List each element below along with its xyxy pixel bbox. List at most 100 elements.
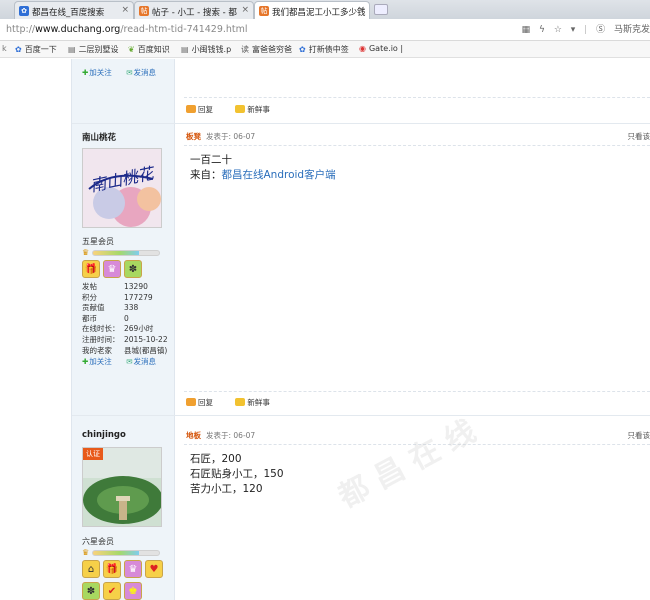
post-author-panel: chinjingo 认证 六星会员 ♛ ⌂ 🎁 ♛ ♥ ✽ ✔ ♚ (72, 416, 175, 600)
stat-value: 338 (124, 303, 139, 313)
floor-label[interactable]: 地板 (186, 431, 201, 440)
stat-key: 积分 (82, 292, 97, 302)
message-icon: ✉ (126, 68, 133, 77)
reply-button[interactable]: 回复 (186, 105, 223, 114)
bookmark-item[interactable]: ▤ 小闽钱钱.p (181, 44, 231, 55)
stat-key: 注册时间： (82, 334, 120, 344)
android-client-link[interactable]: 都昌在线Android客户端 (222, 169, 336, 181)
follow-button[interactable]: ✚加关注 (82, 357, 118, 366)
star-icon[interactable]: ☆ (554, 25, 562, 35)
plus-icon: ✚ (82, 357, 89, 366)
username[interactable]: 南山桃花 (82, 131, 116, 143)
view-only-author-link[interactable]: 只看该 (628, 131, 650, 142)
avatar[interactable]: 南山桃花 (82, 148, 162, 228)
reply-button[interactable]: 回复 (186, 398, 223, 407)
forum-icon: 帖 (139, 6, 149, 16)
message-label: 发消息 (133, 357, 156, 366)
source-prefix: 来自： (190, 169, 222, 181)
lightning-icon[interactable]: ϟ (539, 25, 545, 35)
news-button[interactable]: 新鲜事 (235, 105, 280, 114)
tab-forum-search[interactable]: 帖 帖子 - 小工 - 搜索 - 都 × (134, 1, 254, 19)
bookmark-item[interactable]: ◉ Gate.io | (359, 44, 403, 53)
stat-row: 都币 0 (82, 314, 168, 325)
floor-label[interactable]: 板凳 (186, 132, 201, 141)
stat-key: 发帖 (82, 282, 97, 291)
stat-row: 在线时长： 269小时 (82, 324, 168, 335)
baidu-paw-icon: ✿ (15, 45, 22, 54)
bookmarks-bar: k ✿ 百度一下 ▤ 二层别墅设 ❦ 百度知识 ▤ 小闽钱钱.p 读富爸爸穷爸 ✿ 打新债… (0, 41, 650, 58)
divider (184, 145, 650, 146)
chevron-down-icon[interactable]: ▾ (571, 25, 576, 35)
right-search-label[interactable]: 马斯克发 (614, 25, 650, 35)
follow-button[interactable]: ✚加关注 (82, 68, 118, 77)
member-grade: 五星会员 (82, 237, 114, 246)
web-page: ✚加关注 ✉发消息 回复 新鲜事 南山桃花 南山桃花 五星会员 ♛ 🎁 ♛ ✽ … (0, 59, 650, 600)
profile-actions: ✚加关注 ✉发消息 (82, 356, 168, 367)
bookmark-overflow-icon[interactable]: k (2, 44, 7, 53)
stat-value: 13290 (124, 282, 148, 291)
stat-value: 县城(都昌镇) (124, 345, 168, 355)
gate-icon: ◉ (359, 44, 366, 53)
divider (184, 391, 650, 392)
bookmark-label: Gate.io | (368, 44, 404, 53)
tab-title: 我们都昌泥工小工多少钱 (272, 8, 366, 18)
post-text: 一百二十 (190, 154, 232, 166)
news-button[interactable]: 新鲜事 (235, 398, 280, 407)
bookmark-item[interactable]: ❦ 百度知识 (128, 44, 170, 55)
post-content: 石匠，200 石匠贴身小工，150 苦力小工，120 (190, 452, 284, 497)
post-meta: 地板 发表于: 06-07 (186, 430, 255, 441)
close-icon[interactable]: × (357, 5, 365, 15)
bookmark-label: 百度知识 (137, 45, 170, 54)
message-button[interactable]: ✉发消息 (126, 357, 162, 366)
tab-baidu-search[interactable]: ✿ 都昌在线_百度搜索 × (14, 1, 134, 19)
news-icon (235, 398, 246, 406)
close-icon[interactable]: × (241, 5, 249, 15)
medal-bee-icon[interactable]: ✽ (124, 260, 142, 278)
tab-current-thread[interactable]: 帖 我们都昌泥工小工多少钱 × (254, 1, 370, 20)
medal-crown-icon[interactable]: ♛ (103, 260, 121, 278)
divider (184, 97, 650, 98)
bookmark-item[interactable]: ✿ 打新债中签 (299, 44, 349, 55)
reading-icon: 读 (241, 45, 249, 54)
stat-row: 注册时间： 2015-10-22 (82, 335, 168, 346)
stat-value: 269小时 (124, 324, 154, 334)
plus-icon: ✚ (82, 68, 89, 77)
post-time: 发表于: 06-07 (206, 431, 256, 440)
stat-value: 2015-10-22 (124, 334, 168, 344)
stat-row: 发帖 13290 (82, 282, 168, 293)
medal-gift-icon[interactable]: 🎁 (103, 560, 121, 578)
message-button[interactable]: ✉发消息 (126, 68, 162, 77)
bookmark-item[interactable]: ✿ 百度一下 (15, 44, 57, 55)
medal-check-icon[interactable]: ✔ (103, 582, 121, 600)
message-label: 发消息 (133, 68, 156, 77)
medal-bee-icon[interactable]: ✽ (82, 582, 100, 600)
close-icon[interactable]: × (121, 5, 129, 15)
view-only-author-link[interactable]: 只看该 (628, 430, 650, 441)
reply-label: 回复 (198, 398, 213, 407)
post-content: 一百二十 来自：都昌在线Android客户端 (190, 153, 336, 183)
member-grade: 六星会员 (82, 537, 114, 546)
medal-gift-icon[interactable]: 🎁 (82, 260, 100, 278)
username[interactable]: chinjingo (82, 430, 126, 440)
avatar[interactable]: 认证 (82, 447, 162, 527)
address-bar: http://www.duchang.org/read-htm-tid-7414… (0, 19, 650, 41)
url-path: /read-htm-tid-741429.html (120, 24, 248, 35)
url-input[interactable]: http://www.duchang.org/read-htm-tid-7414… (6, 24, 248, 35)
post-author-panel: ✚加关注 ✉发消息 (72, 59, 175, 123)
baidu-paw-icon: ✿ (299, 45, 306, 54)
medal-crown-icon[interactable]: ♛ (124, 560, 142, 578)
bookmark-item[interactable]: 读富爸爸穷爸 (241, 44, 292, 55)
avatar-image: 南山桃花 (83, 149, 161, 227)
search-engine-icon[interactable]: Ⓢ (596, 25, 605, 35)
page-icon: ▤ (181, 45, 189, 54)
qr-icon[interactable]: ▦ (522, 25, 531, 35)
bookmark-item[interactable]: ▤ 二层别墅设 (68, 44, 119, 55)
stat-value: 177279 (124, 292, 153, 302)
medal-heart-icon[interactable]: ♥ (145, 560, 163, 578)
medal-trophy-icon[interactable]: ♚ (124, 582, 142, 600)
address-bar-tools: ▦ ϟ ☆ ▾ | Ⓢ 马斯克发 (516, 22, 650, 35)
forum-thread: ✚加关注 ✉发消息 回复 新鲜事 南山桃花 南山桃花 五星会员 ♛ 🎁 ♛ ✽ … (71, 59, 650, 600)
level-bar (92, 550, 160, 556)
new-tab-button[interactable] (374, 4, 388, 15)
medal-house-icon[interactable]: ⌂ (82, 560, 100, 578)
